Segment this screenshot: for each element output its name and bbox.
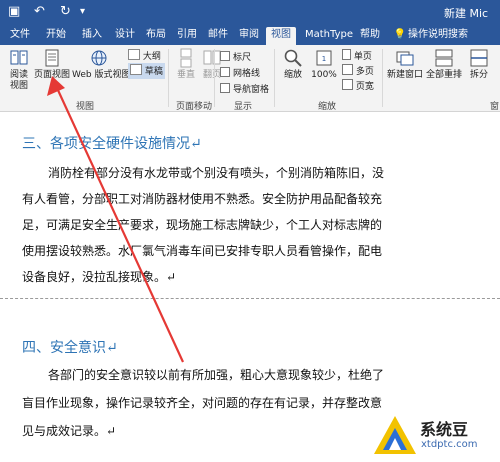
annotation-arrow (47, 76, 184, 363)
logo-icon (374, 416, 416, 454)
watermark-url: xtdptc.com (421, 439, 478, 450)
watermark-title: 系统豆 (420, 420, 469, 439)
